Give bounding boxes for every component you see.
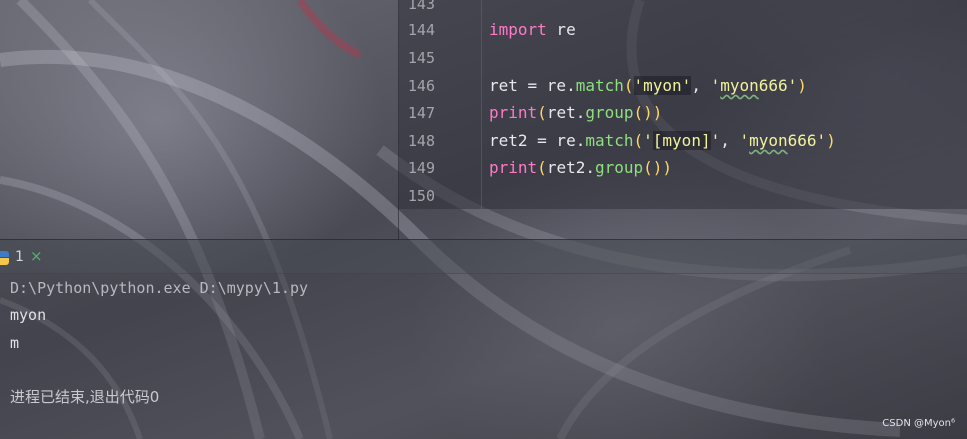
code-line-146[interactable]: ret = re.match('myon', 'myon666')	[489, 76, 807, 96]
keyword-print: print	[489, 103, 538, 122]
console-command: D:\Python\python.exe D:\mypy\1.py	[10, 279, 309, 297]
function-group: group	[594, 158, 644, 177]
keyword-import: import	[489, 20, 547, 39]
line-number: 149	[407, 159, 435, 177]
watermark: CSDN @Myon⁶	[882, 418, 955, 429]
close-icon[interactable]: ×	[30, 247, 43, 265]
code-text: ,	[720, 131, 740, 150]
code-line-149[interactable]: print(ret2.group())	[489, 158, 672, 178]
code-text: ret = re.	[489, 76, 576, 95]
function-match: match	[585, 131, 634, 150]
paren: ())	[633, 103, 663, 122]
string-rest: 666'	[758, 76, 798, 95]
paren: (	[537, 158, 547, 177]
function-group: group	[585, 103, 634, 122]
code-line-148[interactable]: ret2 = re.match('[myon]', 'myon666')	[489, 131, 836, 151]
paren: )	[797, 76, 807, 95]
string-typo-marked: myon	[749, 131, 788, 150]
line-number-gutter: 143 144 145 146 147 148 149 150	[399, 0, 482, 209]
run-tool-window-tabs: 1 ×	[0, 239, 967, 274]
string-quote: '	[710, 76, 721, 95]
code-editor[interactable]: 143 144 145 146 147 148 149 150 import r…	[399, 0, 967, 209]
string-pattern-class: [myon]	[652, 131, 711, 150]
line-number: 147	[407, 104, 435, 122]
line-number: 145	[407, 49, 435, 67]
string-quote: '	[739, 131, 750, 150]
console-exit-message: 进程已结束,退出代码0	[10, 388, 160, 406]
string-pattern: 'myon'	[633, 76, 692, 95]
paren: (	[633, 131, 644, 150]
string-quote: '	[710, 131, 721, 150]
console-output-line: m	[10, 334, 20, 352]
code-text: ret2.	[546, 158, 595, 177]
paren: (	[623, 76, 634, 95]
run-tab-label[interactable]: 1	[15, 249, 24, 265]
code-text: ,	[691, 76, 711, 95]
string-rest: 666'	[787, 131, 827, 150]
paren: )	[826, 131, 836, 150]
string-quote: '	[643, 131, 653, 150]
paren: (	[537, 103, 547, 122]
code-text: ret2 = re.	[489, 131, 586, 150]
line-number: 144	[407, 21, 435, 39]
code-text: ret.	[546, 103, 586, 122]
code-line-147[interactable]: print(ret.group())	[489, 103, 662, 123]
line-number: 150	[407, 187, 435, 205]
function-match: match	[575, 76, 624, 95]
python-icon	[0, 251, 9, 265]
line-number: 143	[407, 0, 435, 13]
paren: ())	[643, 158, 673, 177]
line-number: 148	[407, 132, 435, 150]
code-line-144[interactable]: import re	[489, 20, 576, 40]
code-text: re	[546, 20, 576, 39]
console-output-line: myon	[10, 306, 47, 324]
keyword-print: print	[489, 158, 538, 177]
string-typo-marked: myon	[720, 76, 759, 95]
line-number: 146	[407, 77, 435, 95]
run-console[interactable]: D:\Python\python.exe D:\mypy\1.py myon m…	[0, 273, 967, 439]
